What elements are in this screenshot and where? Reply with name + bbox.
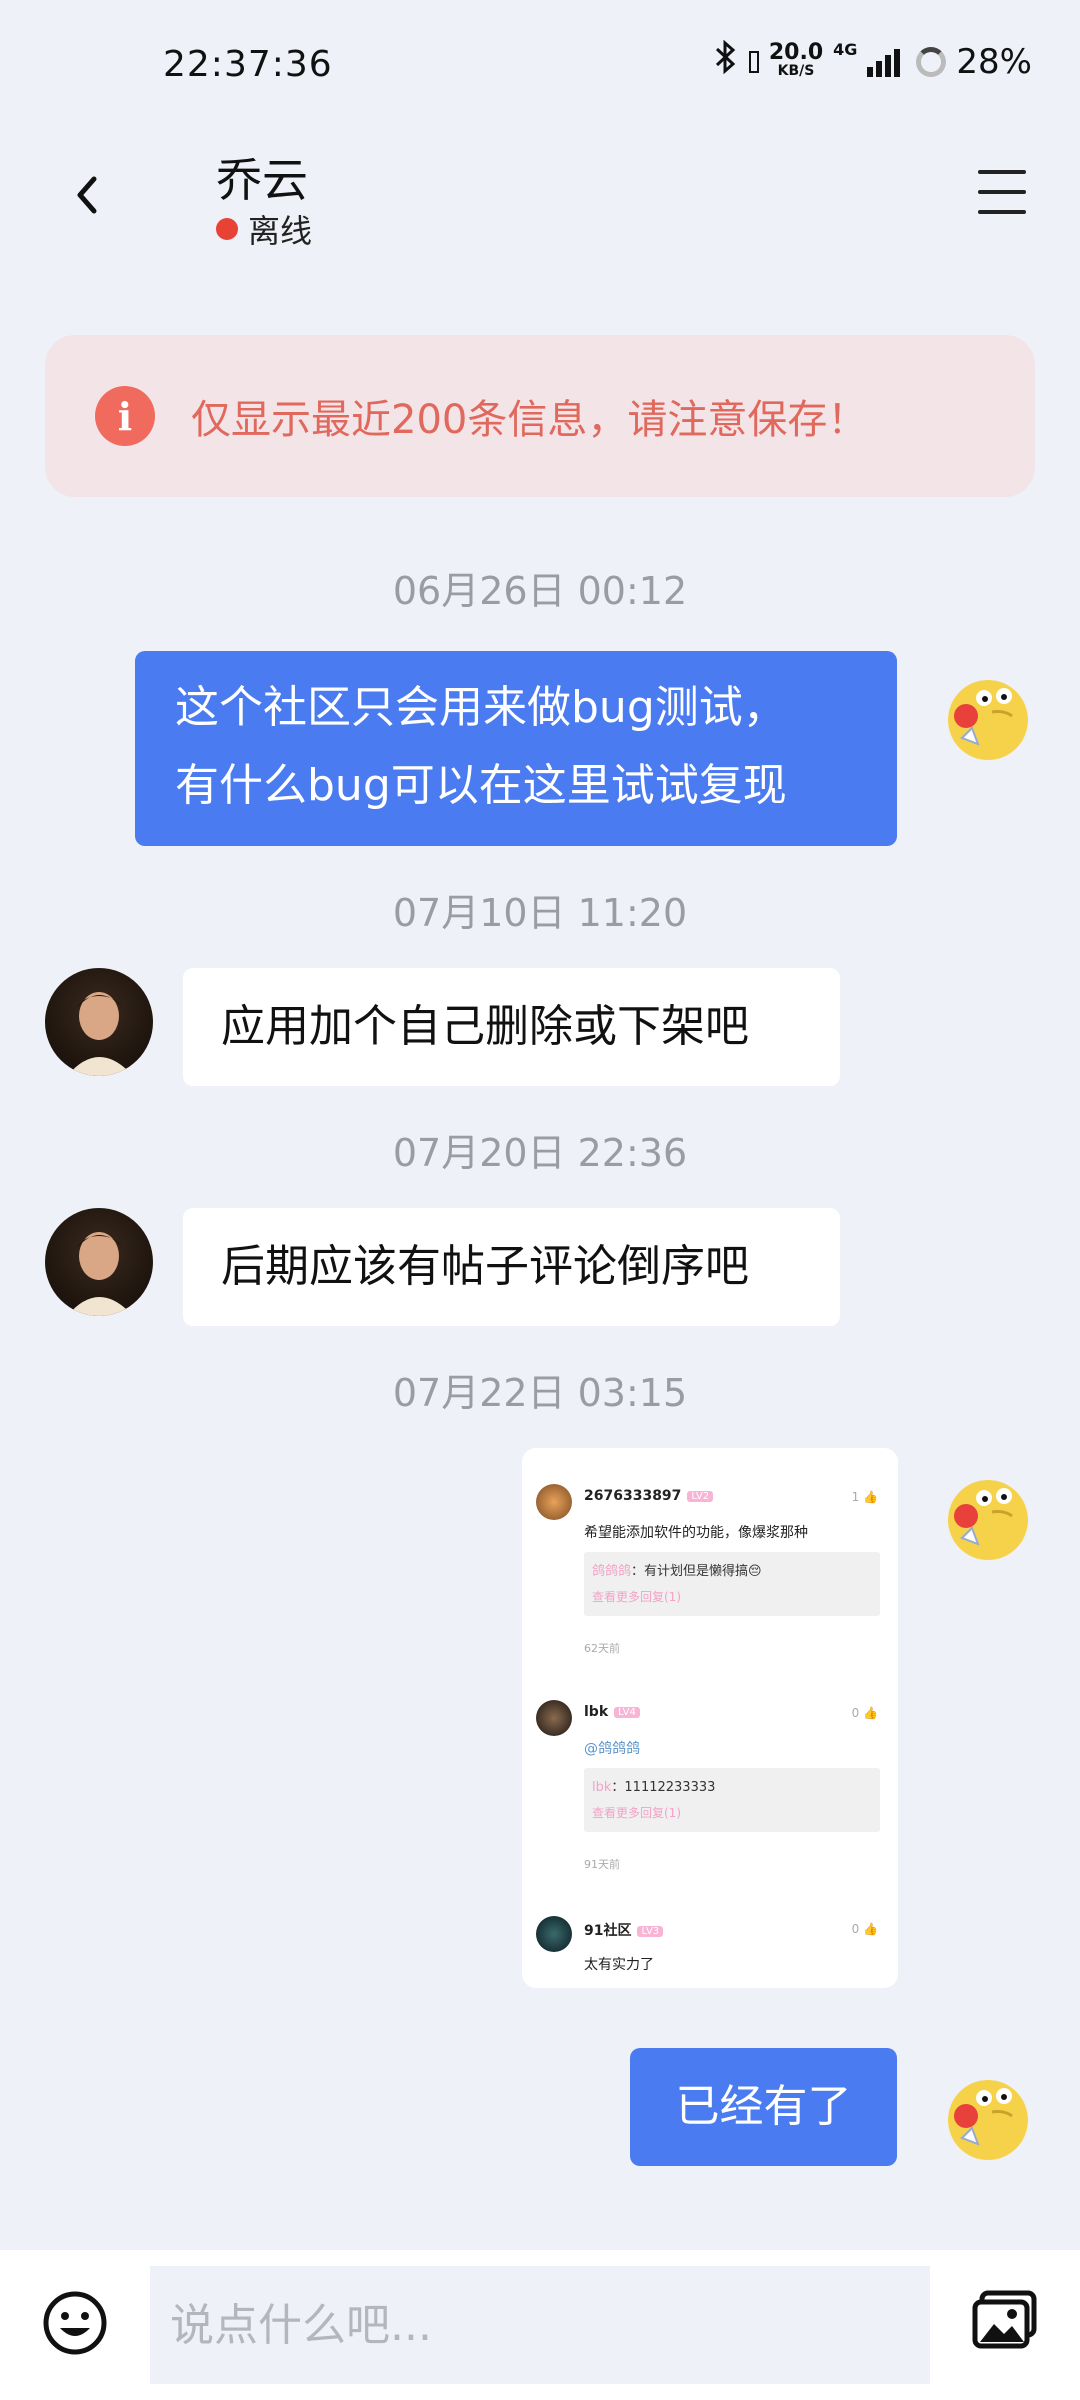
outgoing-image-message[interactable]: 2676333897 LV2 1 👍 希望能添加软件的功能，像爆浆那种 鸽鸽鸽：有… bbox=[522, 1448, 898, 1988]
bluetooth-icon bbox=[713, 39, 739, 83]
status-bar: 22:37:36 20.0 KB/S 4G 28% bbox=[0, 0, 1080, 130]
reply-box: lbk：11112233333 查看更多回复(1) bbox=[584, 1768, 880, 1832]
hamburger-menu-icon bbox=[978, 170, 1026, 174]
level-badge: LV4 bbox=[614, 1706, 640, 1718]
signal-icon bbox=[867, 47, 901, 77]
duck-avatar-icon bbox=[948, 1480, 1028, 1560]
commenter-avatar bbox=[536, 1700, 572, 1736]
commenter-avatar bbox=[536, 1916, 572, 1952]
level-badge: LV2 bbox=[687, 1490, 714, 1502]
reply-text: ：有计划但是懒得搞😔 bbox=[631, 1564, 762, 1579]
person-avatar-icon bbox=[67, 1232, 133, 1316]
message-limit-notice: i 仅显示最近200条信息，请注意保存！ bbox=[45, 335, 1035, 497]
screenshot-comment: lbk LV4 0 👍 @鸽鸽鸽 lbk：11112233333 查看更多回复(1… bbox=[536, 1700, 884, 1880]
message-text: 已经有了 bbox=[675, 2081, 852, 2132]
outgoing-message[interactable]: 这个社区只会用来做bug测试， 有什么bug可以在这里试试复现 bbox=[135, 651, 897, 846]
status-time: 22:37:36 bbox=[163, 44, 333, 85]
more-replies: 查看更多回复(1) bbox=[592, 1806, 681, 1820]
level-badge: LV3 bbox=[637, 1925, 664, 1937]
notice-text: 仅显示最近200条信息，请注意保存！ bbox=[191, 397, 868, 443]
battery-icon bbox=[916, 46, 947, 77]
contact-avatar[interactable] bbox=[45, 968, 153, 1076]
message-composer bbox=[0, 2250, 1080, 2400]
network-type: 4G bbox=[833, 40, 858, 59]
message-timestamp: 07月22日 03:15 bbox=[392, 1371, 688, 1415]
commenter-name: lbk bbox=[584, 1704, 609, 1720]
contact-avatar[interactable] bbox=[45, 1208, 153, 1316]
comment-text: 太有实力了 bbox=[584, 1957, 654, 1973]
message-input[interactable] bbox=[150, 2266, 930, 2384]
like-count: 1 bbox=[851, 1490, 860, 1504]
my-avatar[interactable] bbox=[932, 1458, 1040, 1566]
status-icons: 20.0 KB/S 4G 28% bbox=[713, 39, 1032, 83]
commenter-name: 91社区 bbox=[584, 1923, 632, 1939]
message-timestamp: 07月20日 22:36 bbox=[392, 1131, 688, 1175]
image-gallery-icon bbox=[972, 2290, 1037, 2349]
send-image-button[interactable] bbox=[972, 2290, 1038, 2350]
comment-text: @鸽鸽鸽 bbox=[584, 1741, 640, 1757]
comment-time: 62天前 bbox=[584, 1642, 620, 1655]
reply-box: 鸽鸽鸽：有计划但是懒得搞😔 查看更多回复(1) bbox=[584, 1552, 880, 1616]
thumbs-up-icon: 👍 bbox=[863, 1706, 878, 1720]
info-icon: i bbox=[95, 386, 155, 446]
message-text: 应用加个自己删除或下架吧 bbox=[221, 1001, 749, 1052]
outgoing-message[interactable]: 已经有了 bbox=[630, 2048, 897, 2166]
message-timestamp: 06月26日 00:12 bbox=[392, 569, 688, 613]
chevron-left-icon bbox=[77, 176, 97, 214]
comment-time: 91天前 bbox=[584, 1858, 620, 1871]
more-replies: 查看更多回复(1) bbox=[592, 1590, 681, 1604]
contact-status: 离线 bbox=[216, 206, 312, 252]
message-text: 后期应该有帖子评论倒序吧 bbox=[221, 1241, 749, 1292]
status-dot bbox=[216, 218, 238, 240]
status-label: 离线 bbox=[248, 212, 313, 250]
battery-saver-icon bbox=[748, 50, 759, 73]
my-avatar[interactable] bbox=[932, 658, 1040, 766]
chat-header: 乔云 离线 bbox=[0, 130, 1080, 260]
comment-text: 希望能添加软件的功能，像爆浆那种 bbox=[584, 1525, 808, 1541]
emoji-button[interactable] bbox=[42, 2290, 108, 2356]
menu-button[interactable] bbox=[978, 170, 1026, 214]
message-text-line: 这个社区只会用来做bug测试， bbox=[175, 682, 787, 733]
incoming-message[interactable]: 后期应该有帖子评论倒序吧 bbox=[183, 1208, 840, 1326]
net-speed: 20.0 KB/S bbox=[768, 39, 824, 79]
contact-name: 乔云 bbox=[216, 153, 308, 207]
smiley-face-icon bbox=[43, 2291, 107, 2355]
like-count: 0 bbox=[851, 1922, 860, 1936]
like-count: 0 bbox=[851, 1706, 860, 1720]
duck-avatar-icon bbox=[948, 680, 1028, 760]
message-text-line: 有什么bug可以在这里试试复现 bbox=[175, 760, 787, 811]
reply-user: lbk bbox=[592, 1780, 612, 1795]
commenter-avatar bbox=[536, 1484, 572, 1520]
commenter-name: 2676333897 bbox=[584, 1488, 682, 1504]
message-timestamp: 07月10日 11:20 bbox=[392, 891, 688, 935]
person-avatar-icon bbox=[67, 992, 133, 1076]
screenshot-comment: 91社区 LV3 0 👍 太有实力了 bbox=[536, 1916, 884, 1976]
my-avatar[interactable] bbox=[932, 2058, 1040, 2166]
reply-user: 鸽鸽鸽 bbox=[592, 1564, 632, 1579]
battery-level: 28% bbox=[956, 41, 1032, 82]
thumbs-up-icon: 👍 bbox=[863, 1922, 878, 1936]
thumbs-up-icon: 👍 bbox=[863, 1490, 878, 1504]
duck-avatar-icon bbox=[948, 2080, 1028, 2160]
reply-text: ：11112233333 bbox=[611, 1780, 716, 1795]
screenshot-comment: 2676333897 LV2 1 👍 希望能添加软件的功能，像爆浆那种 鸽鸽鸽：有… bbox=[536, 1484, 884, 1664]
incoming-message[interactable]: 应用加个自己删除或下架吧 bbox=[183, 968, 840, 1086]
back-button[interactable] bbox=[62, 170, 112, 220]
